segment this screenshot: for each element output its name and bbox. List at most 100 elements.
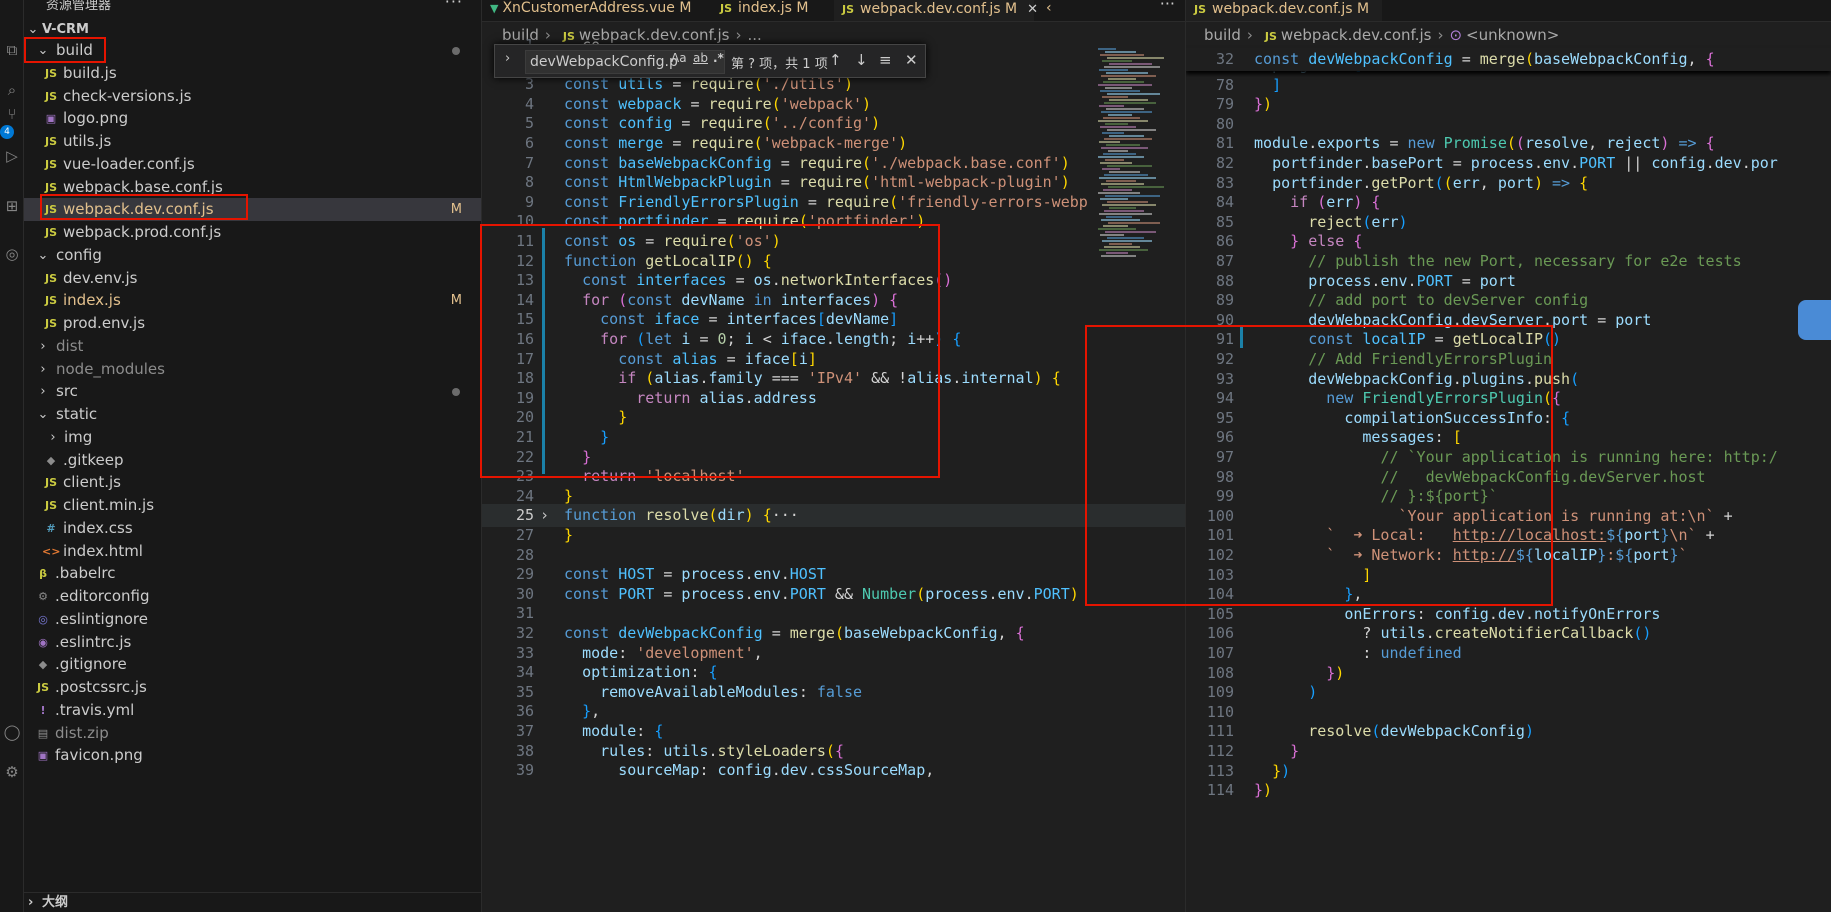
sticky-scroll[interactable]: 32 const devWebpackConfig = merge(baseWeb…: [1186, 48, 1831, 71]
tab-index-js[interactable]: JS index.js M: [712, 0, 809, 21]
tree-item-label: index.html: [63, 541, 143, 560]
chevron-right-icon: ›: [40, 338, 46, 354]
tree-file[interactable]: JS webpack.prod.conf.js: [24, 221, 481, 244]
minimap-line: [1105, 231, 1156, 233]
match-word-button[interactable]: ab: [693, 51, 708, 65]
outline-section[interactable]: › 大纲: [24, 892, 481, 912]
right-scrollbar[interactable]: [1816, 48, 1831, 912]
highlight-friendly-errors-plugin: [1085, 325, 1553, 606]
tree-folder[interactable]: › dist: [24, 335, 481, 358]
breadcrumb-item[interactable]: <unknown>: [1466, 26, 1559, 44]
tree-file[interactable]: ⚙ .editorconfig: [24, 585, 481, 608]
minimap-line: [1109, 63, 1152, 65]
minimap-line: [1100, 54, 1144, 56]
tab-overflow[interactable]: ‹: [1038, 0, 1052, 21]
minimap-line: [1101, 255, 1136, 257]
regex-button[interactable]: .*: [713, 51, 724, 65]
tree-file[interactable]: JS client.min.js: [24, 494, 481, 517]
tree-file[interactable]: JS build.js: [24, 62, 481, 85]
extensions-icon[interactable]: ⊞: [2, 196, 22, 216]
tree-item-label: .editorconfig: [55, 587, 150, 605]
explorer-more-button[interactable]: ···: [445, 0, 463, 11]
js-file-icon: JS: [44, 499, 57, 512]
account-icon[interactable]: ◯: [2, 722, 22, 742]
minimap-line: [1099, 141, 1120, 143]
breadcrumb-item[interactable]: webpack.dev.conf.js: [1281, 26, 1432, 44]
tree-folder[interactable]: ⌄ static: [24, 403, 481, 426]
tree-file[interactable]: JS client.js: [24, 471, 481, 494]
run-debug-icon[interactable]: ▷: [2, 146, 22, 166]
minimap-line: [1109, 207, 1136, 209]
modified-badge: M: [450, 202, 462, 218]
previous-match-icon[interactable]: ↑: [829, 51, 842, 69]
chevron-right-icon: ›: [50, 429, 56, 445]
minimap-line: [1106, 144, 1140, 146]
sticky-line-number: 32: [1215, 50, 1234, 68]
tree-file[interactable]: ◆ .gitkeep: [24, 449, 481, 472]
left-tab-bar: ▼ XnCustomerAddress.vue M JS index.js M JS…: [482, 0, 1185, 22]
tree-file[interactable]: JS index.js M: [24, 289, 481, 312]
tree-folder[interactable]: › img: [24, 426, 481, 449]
tree-file[interactable]: # index.css: [24, 517, 481, 540]
tree-file[interactable]: ◉ .eslintrc.js: [24, 631, 481, 654]
minimap-line: [1103, 117, 1140, 119]
search-icon[interactable]: ⌕: [2, 80, 22, 100]
tree-file[interactable]: <> index.html: [24, 540, 481, 563]
minimap-line: [1098, 228, 1136, 230]
minimap-line: [1104, 246, 1140, 248]
remote-icon[interactable]: ◎: [2, 244, 22, 264]
settings-gear-icon[interactable]: ⚙: [2, 762, 22, 782]
source-control-icon[interactable]: ⑂: [2, 104, 22, 124]
source-control-badge: 4: [0, 125, 14, 139]
right-tab-bar: JS webpack.dev.conf.js M: [1186, 0, 1831, 22]
js-file-icon: JS: [1194, 3, 1207, 16]
gear-file-icon: ⚙: [38, 590, 48, 603]
tab-xncustomeraddress[interactable]: ▼ XnCustomerAddress.vue M: [482, 0, 691, 21]
minimap-line: [1102, 168, 1120, 170]
tree-folder[interactable]: ⌄ config: [24, 244, 481, 267]
img-file-icon: ▣: [37, 749, 49, 763]
tree-file[interactable]: ◎ .eslintignore: [24, 608, 481, 631]
tree-file[interactable]: JS prod.env.js: [24, 312, 481, 335]
tree-file[interactable]: ◆ .gitignore: [24, 653, 481, 676]
eslint-file-icon: ◎: [38, 612, 48, 626]
breadcrumb: build › JS webpack.dev.conf.js › ⊙ <unknown>: [1186, 22, 1831, 48]
tree-file[interactable]: JS check-versions.js: [24, 85, 481, 108]
tree-item-label: .postcssrc.js: [55, 678, 147, 696]
match-case-button[interactable]: Aa: [671, 51, 687, 65]
changes-dot: [452, 47, 460, 55]
tree-file[interactable]: JS .postcssrc.js: [24, 676, 481, 699]
tree-file[interactable]: JS utils.js: [24, 130, 481, 153]
tab-webpack-dev-conf[interactable]: JS webpack.dev.conf.js M ✕: [834, 0, 1038, 21]
floating-shield-icon[interactable]: [1798, 300, 1831, 340]
close-icon[interactable]: ✕: [1027, 2, 1038, 17]
tree-item-label: .eslintignore: [55, 609, 148, 628]
editor-actions-button[interactable]: ···: [1160, 0, 1175, 13]
tab-webpack-dev-conf-right[interactable]: JS webpack.dev.conf.js M: [1186, 0, 1382, 21]
tree-file[interactable]: ▤ dist.zip: [24, 722, 481, 745]
minimap-line: [1107, 201, 1148, 203]
find-in-selection-icon[interactable]: ≡: [879, 51, 892, 69]
close-icon[interactable]: ✕: [905, 51, 918, 69]
files-icon[interactable]: ⧉: [2, 40, 22, 60]
breadcrumb-item[interactable]: build: [1204, 26, 1241, 44]
toggle-replace-icon[interactable]: ›: [505, 51, 510, 66]
minimap-line: [1105, 123, 1128, 125]
minimap-line: [1099, 177, 1156, 179]
tree-item-label: check-versions.js: [63, 86, 192, 105]
minimap[interactable]: [1098, 48, 1168, 268]
tab-label: webpack.dev.conf.js: [860, 1, 1001, 17]
js-file-icon: JS: [44, 157, 57, 171]
tree-folder[interactable]: › node_modules: [24, 358, 481, 381]
tree-folder[interactable]: › src: [24, 380, 481, 403]
tree-file[interactable]: ▣ favicon.png: [24, 744, 481, 767]
tree-file[interactable]: β .babelrc: [24, 562, 481, 585]
next-match-icon[interactable]: ↓: [855, 51, 868, 69]
tree-file[interactable]: ! .travis.yml: [24, 699, 481, 722]
tree-item-label: node_modules: [56, 359, 165, 378]
html-file-icon: <>: [42, 544, 61, 558]
tree-file[interactable]: JS vue-loader.conf.js: [24, 153, 481, 176]
minimap-line: [1107, 165, 1152, 167]
tree-file[interactable]: ▣ logo.png: [24, 107, 481, 130]
tree-file[interactable]: JS dev.env.js: [24, 267, 481, 290]
